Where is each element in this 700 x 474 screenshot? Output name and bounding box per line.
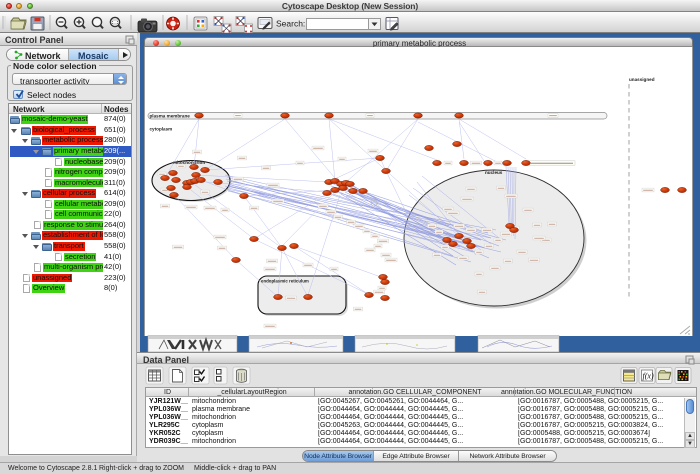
svg-text:endoplasmic reticulum: endoplasmic reticulum — [261, 279, 309, 284]
svg-text:f(x): f(x) — [643, 372, 654, 381]
svg-text:unassigned: unassigned — [629, 77, 655, 82]
svg-text:cytoplasm: cytoplasm — [150, 127, 173, 132]
svg-text:nucleus: nucleus — [485, 170, 503, 175]
svg-text:plasma membrane: plasma membrane — [150, 114, 191, 119]
svg-text:Search:: Search: — [276, 19, 305, 29]
